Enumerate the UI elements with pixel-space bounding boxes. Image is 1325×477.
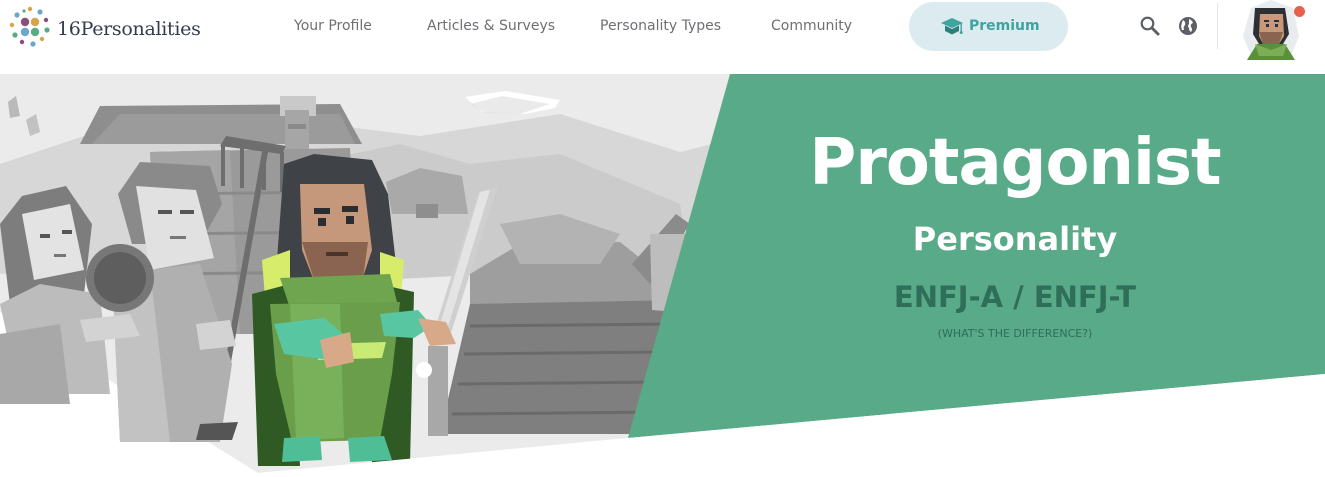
nav-community[interactable]: Community [771, 18, 852, 34]
premium-label: Premium [969, 18, 1040, 34]
nav-personality-types[interactable]: Personality Types [600, 18, 721, 34]
header-divider [1217, 3, 1218, 49]
notification-dot[interactable] [1294, 6, 1305, 17]
hero-subtitle: Personality [912, 220, 1118, 258]
search-button[interactable] [1139, 15, 1161, 37]
graduation-cap-icon [941, 18, 963, 35]
hero-title: Protagonist [809, 126, 1221, 200]
top-navigation-bar: 16Personalities Your Profile Articles & … [0, 0, 1325, 74]
personality-type-codes: ENFJ-A / ENFJ-T [893, 280, 1137, 314]
search-icon [1140, 16, 1160, 36]
nav-articles-surveys[interactable]: Articles & Surveys [427, 18, 555, 34]
globe-icon [1179, 17, 1197, 35]
main-navigation: Your Profile Articles & Surveys Personal… [0, 18, 900, 38]
whats-the-difference-link[interactable]: (WHAT'S THE DIFFERENCE?) [720, 327, 1310, 340]
premium-button[interactable]: Premium [909, 2, 1068, 51]
nav-your-profile[interactable]: Your Profile [294, 18, 372, 34]
language-button[interactable] [1177, 15, 1199, 37]
hero-banner: Protagonist Personality ENFJ-A / ENFJ-T … [0, 74, 1325, 477]
